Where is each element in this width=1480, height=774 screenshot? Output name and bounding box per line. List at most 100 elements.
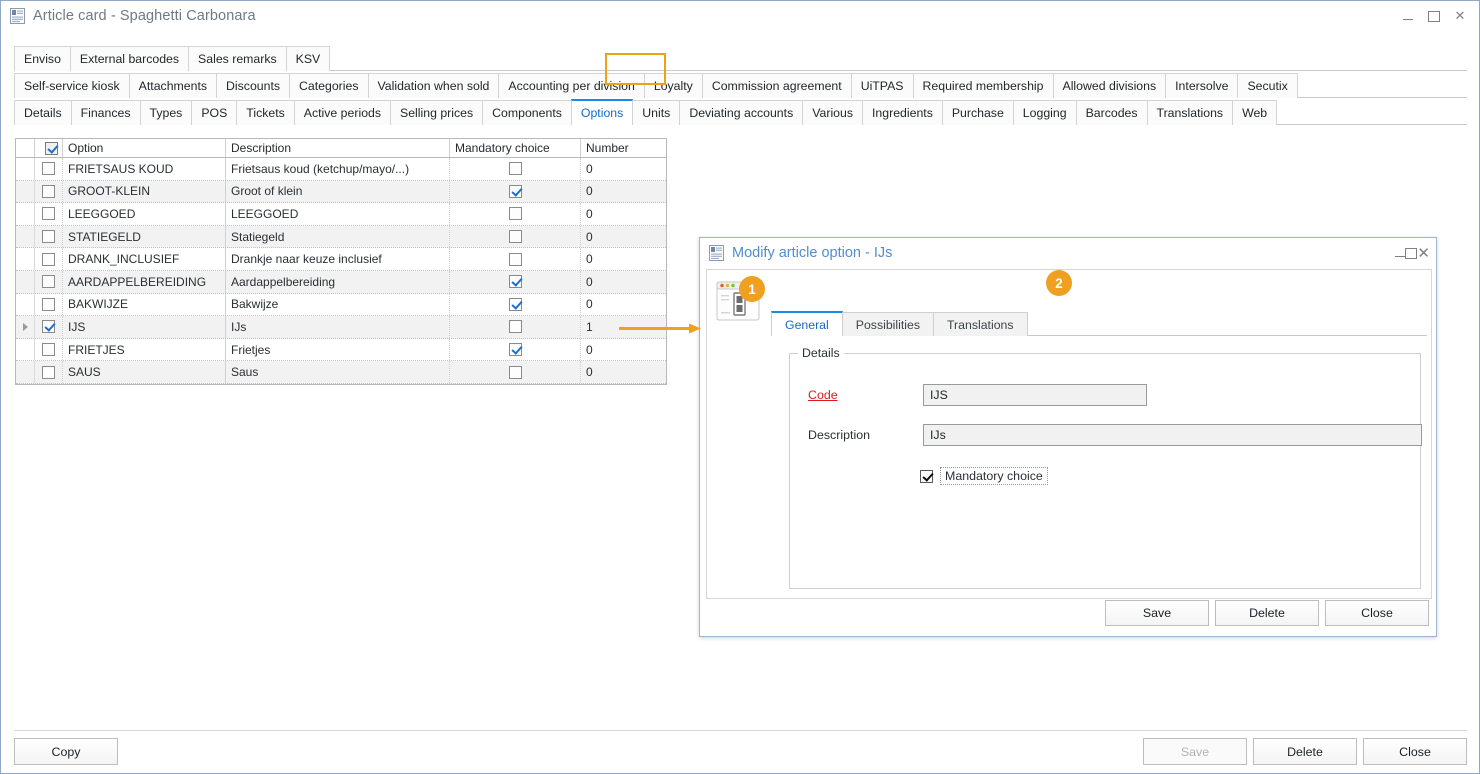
row-select-checkbox[interactable] (42, 230, 55, 244)
dialog-minimize-icon[interactable] (1395, 249, 1405, 258)
tab-active-periods[interactable]: Active periods (293, 100, 392, 125)
tab-attachments[interactable]: Attachments (128, 73, 218, 98)
row-select-checkbox[interactable] (42, 343, 55, 357)
row-select-checkbox[interactable] (42, 275, 55, 289)
mandatory-choice-row[interactable]: Mandatory choice (920, 467, 1048, 485)
row-select-cell[interactable] (35, 316, 63, 338)
row-select-cell[interactable] (35, 293, 63, 316)
description-input[interactable]: IJs (923, 424, 1422, 446)
grid-header-number[interactable]: Number (581, 139, 665, 157)
mandatory-checkbox[interactable] (508, 365, 522, 379)
row-select-cell[interactable] (35, 270, 63, 293)
grid-header-description[interactable]: Description (226, 139, 450, 157)
dialog-close-icon[interactable]: ✕ (1417, 244, 1430, 262)
tab-components[interactable]: Components (482, 100, 572, 125)
row-select-cell[interactable] (35, 338, 63, 361)
row-select-cell[interactable] (35, 225, 63, 248)
tab-ingredients[interactable]: Ingredients (862, 100, 943, 125)
tab-enviso[interactable]: Enviso (14, 46, 71, 71)
cell-mandatory[interactable] (450, 316, 581, 338)
tab-accounting-per-division[interactable]: Accounting per division (498, 73, 645, 98)
table-row[interactable]: AARDAPPELBEREIDING Aardappelbereiding 0 (16, 270, 666, 294)
cell-mandatory[interactable] (450, 293, 581, 316)
row-select-checkbox[interactable] (42, 297, 55, 311)
row-select-cell[interactable] (35, 361, 63, 383)
cell-mandatory[interactable] (450, 338, 581, 361)
dialog-close-button[interactable]: Close (1325, 600, 1429, 626)
tab-types[interactable]: Types (139, 100, 193, 125)
mandatory-checkbox[interactable] (508, 184, 522, 198)
select-all-checkbox[interactable] (44, 141, 58, 155)
mandatory-checkbox[interactable] (508, 162, 522, 176)
tab-ksv[interactable]: KSV (285, 46, 331, 71)
dialog-tab-possibilities[interactable]: Possibilities (841, 312, 934, 336)
tab-barcodes[interactable]: Barcodes (1075, 100, 1148, 125)
tab-deviating-accounts[interactable]: Deviating accounts (679, 100, 804, 125)
cell-mandatory[interactable] (450, 158, 581, 180)
cell-mandatory[interactable] (450, 248, 581, 270)
tab-loyalty[interactable]: Loyalty (643, 73, 703, 98)
cell-mandatory[interactable] (450, 225, 581, 248)
tab-required-membership[interactable]: Required membership (912, 73, 1054, 98)
tab-finances[interactable]: Finances (70, 100, 141, 125)
tab-tickets[interactable]: Tickets (236, 100, 295, 125)
tab-translations[interactable]: Translations (1146, 100, 1234, 125)
tab-secutix[interactable]: Secutix (1237, 73, 1298, 98)
dialog-maximize-icon[interactable] (1405, 248, 1417, 259)
tab-validation-when-sold[interactable]: Validation when sold (367, 73, 500, 98)
tab-various[interactable]: Various (802, 100, 863, 125)
tab-selling-prices[interactable]: Selling prices (390, 100, 484, 125)
mandatory-checkbox[interactable] (508, 252, 522, 266)
row-select-checkbox[interactable] (42, 252, 55, 266)
row-select-checkbox[interactable] (42, 184, 55, 198)
row-select-cell[interactable] (35, 248, 63, 270)
cell-mandatory[interactable] (450, 270, 581, 293)
cell-mandatory[interactable] (450, 203, 581, 225)
tab-purchase[interactable]: Purchase (941, 100, 1014, 125)
tab-details[interactable]: Details (14, 100, 72, 125)
mandatory-checkbox[interactable] (508, 207, 522, 221)
table-row[interactable]: BAKWIJZE Bakwijze 0 (16, 293, 666, 317)
tab-options[interactable]: Options (570, 99, 634, 126)
cell-mandatory[interactable] (450, 361, 581, 383)
tab-self-service-kiosk[interactable]: Self-service kiosk (14, 73, 130, 98)
row-select-cell[interactable] (35, 158, 63, 180)
tab-units[interactable]: Units (632, 100, 681, 125)
tab-pos[interactable]: POS (191, 100, 238, 125)
row-select-cell[interactable] (35, 203, 63, 225)
mandatory-checkbox[interactable] (508, 275, 522, 289)
dialog-delete-button[interactable]: Delete (1215, 600, 1319, 626)
mandatory-choice-checkbox[interactable] (920, 469, 933, 483)
table-row[interactable]: LEEGGOED LEEGGOED 0 (16, 203, 666, 226)
row-select-cell[interactable] (35, 180, 63, 203)
table-row[interactable]: SAUS Saus 0 (16, 361, 666, 384)
code-input[interactable]: IJS (923, 384, 1147, 406)
row-select-checkbox[interactable] (42, 162, 55, 176)
close-button[interactable]: Close (1363, 738, 1467, 765)
tab-intersolve[interactable]: Intersolve (1165, 73, 1239, 98)
table-row[interactable]: STATIEGELD Statiegeld 0 (16, 225, 666, 249)
table-row[interactable]: GROOT-KLEIN Groot of klein 0 (16, 180, 666, 204)
grid-header-select-all[interactable] (35, 139, 63, 157)
mandatory-checkbox[interactable] (508, 230, 522, 244)
tab-categories[interactable]: Categories (289, 73, 369, 98)
cell-mandatory[interactable] (450, 180, 581, 203)
table-row[interactable]: FRIETSAUS KOUD Frietsaus koud (ketchup/ma… (16, 158, 666, 181)
row-select-checkbox[interactable] (42, 320, 55, 334)
tab-web[interactable]: Web (1232, 100, 1278, 125)
row-select-checkbox[interactable] (42, 207, 55, 221)
tab-logging[interactable]: Logging (1012, 100, 1077, 125)
dialog-save-button[interactable]: Save (1105, 600, 1209, 626)
minimize-icon[interactable] (1395, 3, 1421, 29)
tab-external-barcodes[interactable]: External barcodes (69, 46, 190, 71)
delete-button[interactable]: Delete (1253, 738, 1357, 765)
grid-header-mandatory[interactable]: Mandatory choice (450, 139, 581, 157)
tab-allowed-divisions[interactable]: Allowed divisions (1052, 73, 1167, 98)
copy-button[interactable]: Copy (14, 738, 118, 765)
row-select-checkbox[interactable] (42, 365, 55, 379)
close-icon[interactable]: ✕ (1447, 3, 1473, 29)
tab-discounts[interactable]: Discounts (216, 73, 291, 98)
table-row[interactable]: FRIETJES Frietjes 0 (16, 338, 666, 362)
grid-header-option[interactable]: Option (63, 139, 226, 157)
mandatory-checkbox[interactable] (508, 343, 522, 357)
